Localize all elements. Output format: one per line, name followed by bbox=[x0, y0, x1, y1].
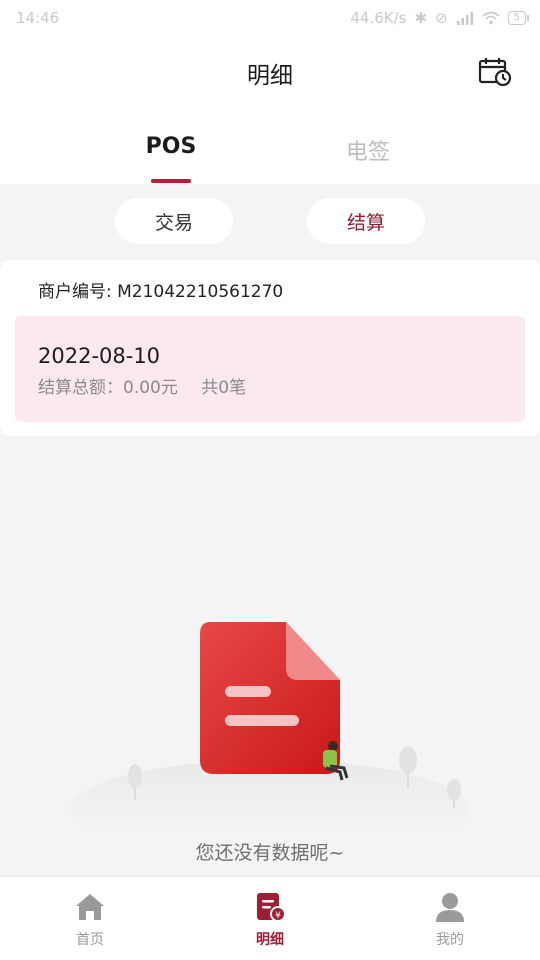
settlement-record[interactable]: 2022-08-10 结算总额：0.00元 共0笔 bbox=[15, 316, 525, 422]
svg-text:¥: ¥ bbox=[275, 911, 281, 921]
tab-esign[interactable]: 电签 bbox=[308, 134, 428, 166]
status-time: 14:46 bbox=[16, 9, 60, 27]
battery-indicator: 5 bbox=[507, 11, 530, 25]
bottom-nav: 首页 ¥ 明细 我的 bbox=[0, 876, 540, 960]
nav-detail-label: 明细 bbox=[256, 932, 284, 948]
nav-home[interactable]: 首页 bbox=[0, 877, 180, 960]
page-header: 明细 POS 电签 bbox=[0, 36, 540, 184]
record-date: 2022-08-10 bbox=[38, 344, 161, 368]
merchant-number: 商户编号: M21042210561270 bbox=[38, 282, 284, 302]
calendar-button[interactable] bbox=[478, 56, 512, 88]
wifi-icon bbox=[482, 11, 500, 25]
status-bar: 14:46 44.6K/s ✱ ⊘ 5 bbox=[0, 0, 540, 36]
calendar-clock-icon bbox=[478, 58, 512, 87]
nav-mine-label: 我的 bbox=[436, 932, 464, 948]
settlement-card: 商户编号: M21042210561270 2022-08-10 结算总额：0.… bbox=[0, 260, 540, 436]
home-icon bbox=[76, 894, 104, 920]
active-tab-indicator bbox=[151, 179, 191, 183]
alarm-icon: ⊘ bbox=[435, 9, 448, 27]
tab-pos[interactable]: POS bbox=[111, 134, 231, 159]
detail-icon: ¥ bbox=[257, 893, 286, 922]
subtab-settle[interactable]: 结算 bbox=[307, 198, 425, 244]
record-count: 共0笔 bbox=[201, 378, 247, 398]
net-speed: 44.6K/s bbox=[350, 9, 407, 27]
page-title: 明细 bbox=[247, 63, 293, 89]
subtab-trade[interactable]: 交易 bbox=[115, 198, 233, 244]
bluetooth-icon: ✱ bbox=[414, 9, 428, 27]
status-right: 44.6K/s ✱ ⊘ 5 bbox=[350, 9, 530, 27]
record-total: 结算总额：0.00元 bbox=[38, 378, 178, 398]
user-icon bbox=[436, 893, 464, 922]
nav-mine[interactable]: 我的 bbox=[360, 877, 540, 960]
record-summary: 结算总额：0.00元 共0笔 bbox=[38, 373, 246, 398]
nav-home-label: 首页 bbox=[76, 932, 104, 948]
nav-detail[interactable]: ¥ 明细 bbox=[180, 877, 360, 960]
signal-icon bbox=[456, 12, 473, 25]
empty-state-text: 您还没有数据呢~ bbox=[195, 842, 345, 864]
empty-document-illustration bbox=[70, 622, 470, 830]
